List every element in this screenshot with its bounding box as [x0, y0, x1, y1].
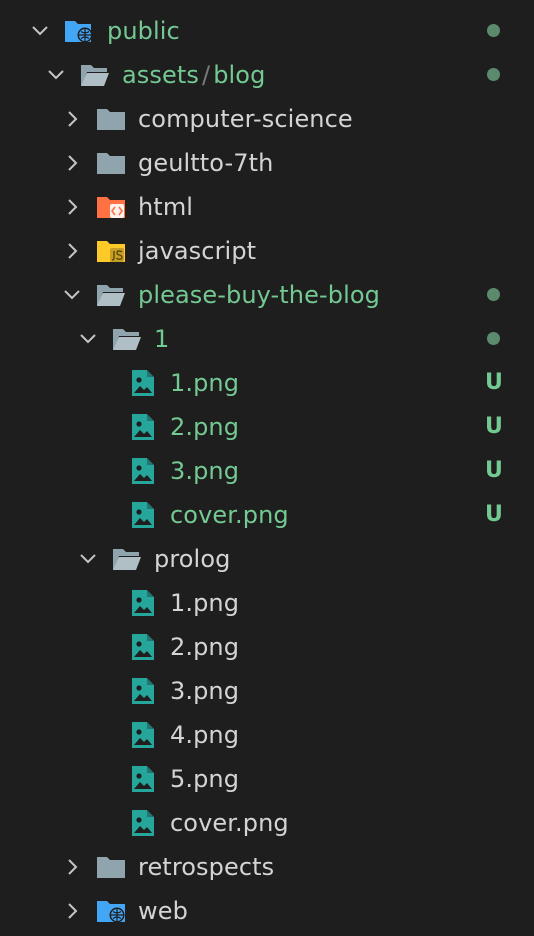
modified-dot [487, 68, 500, 81]
image-file-icon [128, 808, 158, 838]
untracked-badge: U [485, 458, 503, 483]
tree-item-assets-blog[interactable]: assets / blog [0, 53, 534, 97]
untracked-badge: U [485, 414, 503, 439]
tree-item-file[interactable]: cover.png [0, 801, 534, 845]
tree-item-label: assets / blog [122, 59, 265, 91]
chevron-right-icon[interactable] [57, 97, 87, 141]
folder-open-globe-icon [64, 16, 94, 46]
chevron-down-icon[interactable] [25, 9, 55, 53]
tree-item-label: javascript [138, 237, 257, 265]
chevron-right-icon[interactable] [57, 185, 87, 229]
path-segment-assets: assets [122, 61, 199, 89]
tree-item-web[interactable]: web [0, 889, 534, 933]
tree-item-label: 3.png [170, 677, 240, 705]
chevron-down-icon[interactable] [41, 53, 71, 97]
chevron-down-icon[interactable] [73, 317, 103, 361]
tree-item-html[interactable]: html [0, 185, 534, 229]
chevron-right-icon[interactable] [57, 229, 87, 273]
tree-item-file[interactable]: 1.png [0, 581, 534, 625]
image-file-icon [128, 720, 158, 750]
tree-item-label: please-buy-the-blog [138, 281, 380, 309]
chevron-right-icon[interactable] [57, 141, 87, 185]
folder-icon [96, 104, 126, 134]
tree-item-folder-1[interactable]: 1 [0, 317, 534, 361]
path-separator: / [202, 61, 211, 89]
html-folder-icon [96, 192, 126, 222]
chevron-down-icon[interactable] [57, 273, 87, 317]
tree-item-prolog[interactable]: prolog [0, 537, 534, 581]
image-file-icon [128, 676, 158, 706]
folder-icon [96, 148, 126, 178]
tree-item-label: 4.png [170, 721, 240, 749]
tree-item-label: geultto-7th [138, 149, 274, 177]
tree-item-file[interactable]: cover.png U [0, 493, 534, 537]
folder-open-icon [112, 324, 142, 354]
image-file-icon [128, 588, 158, 618]
file-explorer-tree: public assets / blog computer-science ge… [0, 0, 534, 936]
tree-item-label: retrospects [138, 853, 275, 881]
tree-item-label: cover.png [170, 809, 289, 837]
tree-item-retrospects[interactable]: retrospects [0, 845, 534, 889]
untracked-badge: U [485, 502, 503, 527]
tree-item-file[interactable]: 4.png [0, 713, 534, 757]
folder-open-icon [112, 544, 142, 574]
tree-item-label: 2.png [170, 633, 240, 661]
folder-open-icon [80, 60, 110, 90]
tree-item-label: prolog [154, 545, 231, 573]
tree-item-label: 3.png [170, 457, 240, 485]
tree-item-file[interactable]: 2.png [0, 625, 534, 669]
tree-item-label: 5.png [170, 765, 240, 793]
tree-item-label: computer-science [138, 105, 353, 133]
modified-dot [487, 24, 500, 37]
tree-item-file[interactable]: 1.png U [0, 361, 534, 405]
tree-item-geultto-7th[interactable]: geultto-7th [0, 141, 534, 185]
folder-icon [96, 852, 126, 882]
chevron-right-icon[interactable] [57, 845, 87, 889]
image-file-icon [128, 368, 158, 398]
tree-item-label: 2.png [170, 413, 240, 441]
tree-item-label: public [107, 17, 180, 45]
tree-item-label: 1.png [170, 589, 240, 617]
tree-item-file[interactable]: 3.png U [0, 449, 534, 493]
tree-item-file[interactable]: 3.png [0, 669, 534, 713]
image-file-icon [128, 412, 158, 442]
folder-globe-icon [96, 896, 126, 926]
tree-item-file[interactable]: 5.png [0, 757, 534, 801]
tree-item-label: 1 [154, 325, 170, 353]
tree-item-public[interactable]: public [0, 9, 534, 53]
modified-dot [487, 332, 500, 345]
image-file-icon [128, 456, 158, 486]
tree-item-computer-science[interactable]: computer-science [0, 97, 534, 141]
tree-item-label: html [138, 193, 194, 221]
image-file-icon [128, 500, 158, 530]
folder-open-icon [96, 280, 126, 310]
js-folder-icon [96, 236, 126, 266]
tree-item-label: web [138, 897, 188, 925]
tree-item-file[interactable]: 2.png U [0, 405, 534, 449]
tree-item-label: cover.png [170, 501, 289, 529]
untracked-badge: U [485, 370, 503, 395]
modified-dot [487, 288, 500, 301]
path-segment-blog: blog [213, 61, 266, 89]
tree-item-label: 1.png [170, 369, 240, 397]
chevron-right-icon[interactable] [57, 889, 87, 933]
tree-item-javascript[interactable]: javascript [0, 229, 534, 273]
image-file-icon [128, 632, 158, 662]
chevron-down-icon[interactable] [73, 537, 103, 581]
tree-item-please-buy-the-blog[interactable]: please-buy-the-blog [0, 273, 534, 317]
image-file-icon [128, 764, 158, 794]
